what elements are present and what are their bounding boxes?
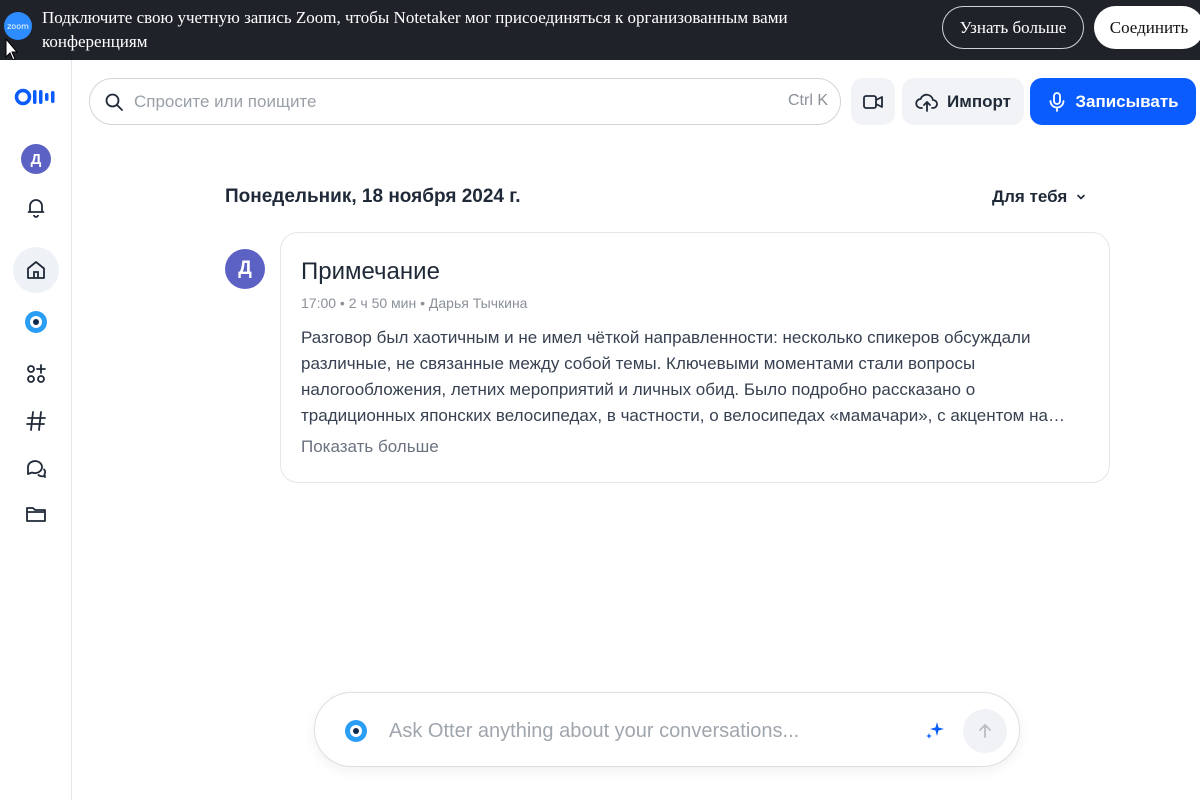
- cloud-upload-icon: [915, 93, 938, 112]
- send-button[interactable]: [963, 709, 1007, 753]
- zoom-logo-icon: zoom: [4, 12, 32, 40]
- bell-icon: [27, 199, 45, 218]
- search-icon: [105, 93, 123, 111]
- ask-otter-input[interactable]: [389, 717, 909, 745]
- notifications-button[interactable]: [13, 184, 59, 230]
- home-icon: [27, 261, 45, 279]
- connect-button[interactable]: Соединить: [1094, 6, 1200, 49]
- show-more-link[interactable]: Показать больше: [301, 437, 439, 457]
- sidebar-item-apps[interactable]: [13, 351, 59, 397]
- video-camera-icon: [863, 94, 883, 109]
- conversation-title[interactable]: Примечание: [301, 258, 440, 286]
- import-label: Импорт: [947, 91, 1011, 111]
- otter-logo-icon[interactable]: [13, 82, 59, 112]
- banner-message: Подключите свою учетную запись Zoom, что…: [42, 8, 788, 51]
- chevron-down-icon: [1077, 194, 1086, 200]
- otter-chat-icon: [345, 720, 367, 742]
- conversations-icon: [27, 460, 47, 478]
- otter-chat-icon: [25, 311, 47, 333]
- sidebar-item-channels[interactable]: [13, 398, 59, 444]
- record-button[interactable]: Записывать: [1030, 78, 1196, 125]
- join-meeting-button[interactable]: [851, 78, 895, 125]
- conversation-card[interactable]: Примечание 17:00 • 2 ч 50 мин • Дарья Ты…: [280, 232, 1110, 483]
- apps-add-icon: [27, 364, 46, 383]
- mouse-cursor-icon: [5, 38, 19, 61]
- import-button[interactable]: Импорт: [902, 78, 1024, 125]
- feed-filter-dropdown[interactable]: Для тебя: [992, 187, 1087, 207]
- conversation-meta: 17:00 • 2 ч 50 мин • Дарья Тычкина: [301, 295, 528, 311]
- search-input[interactable]: [134, 89, 734, 115]
- search-bar[interactable]: Ctrl K: [89, 78, 841, 125]
- conversation-summary: Разговор был хаотичным и не имел чёткой …: [301, 328, 1065, 425]
- arrow-up-icon: [979, 724, 991, 738]
- sidebar-item-home[interactable]: [13, 247, 59, 293]
- zoom-connect-banner: zoom Подключите свою учетную запись Zoom…: [0, 0, 1200, 61]
- conversation-owner-avatar: Д: [225, 249, 265, 289]
- sidebar-item-folders[interactable]: [13, 491, 59, 537]
- folder-icon: [26, 507, 46, 522]
- sidebar: Д: [0, 60, 72, 800]
- microphone-icon: [1049, 91, 1065, 112]
- hashtag-icon: [26, 411, 46, 431]
- filter-label: Для тебя: [992, 187, 1068, 206]
- sidebar-item-conversations[interactable]: [13, 445, 59, 491]
- sidebar-item-otter-chat[interactable]: [13, 299, 59, 345]
- ask-otter-bar[interactable]: [314, 692, 1020, 767]
- learn-more-button[interactable]: Узнать больше: [942, 6, 1084, 49]
- search-shortcut-hint: Ctrl K: [788, 92, 828, 109]
- profile-avatar-button[interactable]: Д: [13, 136, 59, 182]
- date-heading: Понедельник, 18 ноября 2024 г.: [225, 186, 521, 207]
- record-label: Записывать: [1075, 91, 1179, 111]
- sparkle-icon[interactable]: [923, 719, 947, 743]
- avatar: Д: [21, 144, 51, 174]
